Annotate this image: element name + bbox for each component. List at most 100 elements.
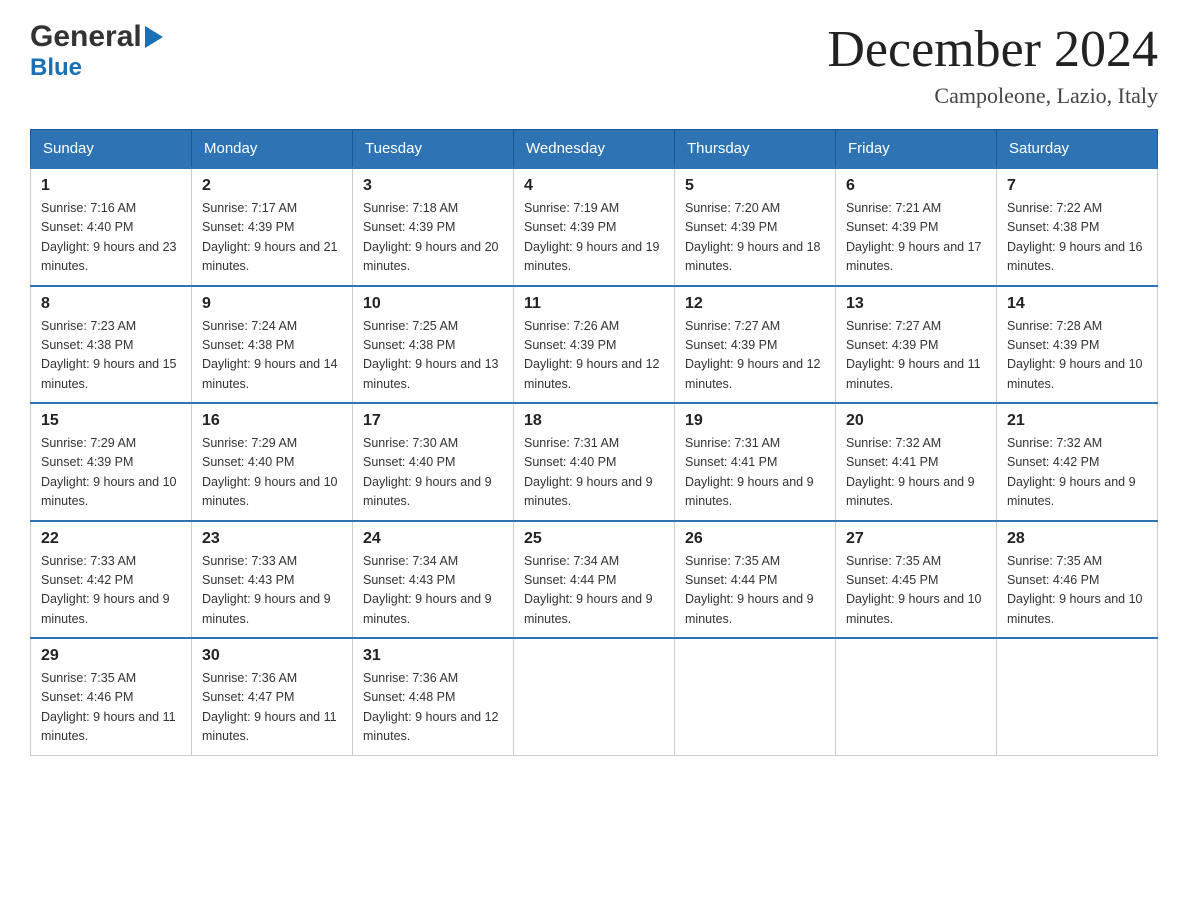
- calendar-cell: 31 Sunrise: 7:36 AMSunset: 4:48 PMDaylig…: [353, 638, 514, 755]
- calendar-cell: 22 Sunrise: 7:33 AMSunset: 4:42 PMDaylig…: [31, 521, 192, 639]
- day-number: 1: [41, 177, 181, 195]
- location-title: Campoleone, Lazio, Italy: [827, 83, 1158, 109]
- day-number: 21: [1007, 412, 1147, 430]
- calendar-cell: 25 Sunrise: 7:34 AMSunset: 4:44 PMDaylig…: [514, 521, 675, 639]
- calendar-cell: 1 Sunrise: 7:16 AMSunset: 4:40 PMDayligh…: [31, 168, 192, 286]
- day-info: Sunrise: 7:33 AMSunset: 4:42 PMDaylight:…: [41, 552, 181, 630]
- day-number: 9: [202, 295, 342, 313]
- day-info: Sunrise: 7:25 AMSunset: 4:38 PMDaylight:…: [363, 317, 503, 395]
- day-number: 4: [524, 177, 664, 195]
- calendar-cell: 13 Sunrise: 7:27 AMSunset: 4:39 PMDaylig…: [836, 286, 997, 404]
- day-info: Sunrise: 7:35 AMSunset: 4:46 PMDaylight:…: [1007, 552, 1147, 630]
- day-info: Sunrise: 7:36 AMSunset: 4:48 PMDaylight:…: [363, 669, 503, 747]
- day-info: Sunrise: 7:20 AMSunset: 4:39 PMDaylight:…: [685, 199, 825, 277]
- day-info: Sunrise: 7:17 AMSunset: 4:39 PMDaylight:…: [202, 199, 342, 277]
- calendar-cell: 10 Sunrise: 7:25 AMSunset: 4:38 PMDaylig…: [353, 286, 514, 404]
- col-saturday: Saturday: [997, 130, 1158, 169]
- calendar-cell: 14 Sunrise: 7:28 AMSunset: 4:39 PMDaylig…: [997, 286, 1158, 404]
- page-header: General Blue December 2024 Campoleone, L…: [30, 20, 1158, 109]
- day-info: Sunrise: 7:32 AMSunset: 4:42 PMDaylight:…: [1007, 434, 1147, 512]
- day-info: Sunrise: 7:18 AMSunset: 4:39 PMDaylight:…: [363, 199, 503, 277]
- day-number: 31: [363, 647, 503, 665]
- day-info: Sunrise: 7:30 AMSunset: 4:40 PMDaylight:…: [363, 434, 503, 512]
- calendar-cell: 23 Sunrise: 7:33 AMSunset: 4:43 PMDaylig…: [192, 521, 353, 639]
- calendar-header-row: Sunday Monday Tuesday Wednesday Thursday…: [31, 130, 1158, 169]
- month-title: December 2024: [827, 20, 1158, 79]
- day-info: Sunrise: 7:16 AMSunset: 4:40 PMDaylight:…: [41, 199, 181, 277]
- col-monday: Monday: [192, 130, 353, 169]
- col-sunday: Sunday: [31, 130, 192, 169]
- day-info: Sunrise: 7:32 AMSunset: 4:41 PMDaylight:…: [846, 434, 986, 512]
- calendar-cell: [514, 638, 675, 755]
- calendar-cell: 4 Sunrise: 7:19 AMSunset: 4:39 PMDayligh…: [514, 168, 675, 286]
- calendar-table: Sunday Monday Tuesday Wednesday Thursday…: [30, 129, 1158, 756]
- calendar-cell: 16 Sunrise: 7:29 AMSunset: 4:40 PMDaylig…: [192, 403, 353, 521]
- day-info: Sunrise: 7:27 AMSunset: 4:39 PMDaylight:…: [685, 317, 825, 395]
- day-number: 13: [846, 295, 986, 313]
- day-info: Sunrise: 7:28 AMSunset: 4:39 PMDaylight:…: [1007, 317, 1147, 395]
- calendar-cell: 15 Sunrise: 7:29 AMSunset: 4:39 PMDaylig…: [31, 403, 192, 521]
- calendar-cell: 6 Sunrise: 7:21 AMSunset: 4:39 PMDayligh…: [836, 168, 997, 286]
- day-info: Sunrise: 7:34 AMSunset: 4:43 PMDaylight:…: [363, 552, 503, 630]
- day-number: 29: [41, 647, 181, 665]
- day-number: 11: [524, 295, 664, 313]
- day-info: Sunrise: 7:27 AMSunset: 4:39 PMDaylight:…: [846, 317, 986, 395]
- day-number: 18: [524, 412, 664, 430]
- day-number: 22: [41, 530, 181, 548]
- day-number: 20: [846, 412, 986, 430]
- day-number: 23: [202, 530, 342, 548]
- day-info: Sunrise: 7:34 AMSunset: 4:44 PMDaylight:…: [524, 552, 664, 630]
- day-number: 2: [202, 177, 342, 195]
- col-tuesday: Tuesday: [353, 130, 514, 169]
- title-section: December 2024 Campoleone, Lazio, Italy: [827, 20, 1158, 109]
- calendar-cell: 12 Sunrise: 7:27 AMSunset: 4:39 PMDaylig…: [675, 286, 836, 404]
- day-number: 27: [846, 530, 986, 548]
- day-number: 5: [685, 177, 825, 195]
- calendar-cell: 27 Sunrise: 7:35 AMSunset: 4:45 PMDaylig…: [836, 521, 997, 639]
- day-info: Sunrise: 7:21 AMSunset: 4:39 PMDaylight:…: [846, 199, 986, 277]
- calendar-cell: 3 Sunrise: 7:18 AMSunset: 4:39 PMDayligh…: [353, 168, 514, 286]
- day-info: Sunrise: 7:26 AMSunset: 4:39 PMDaylight:…: [524, 317, 664, 395]
- day-number: 26: [685, 530, 825, 548]
- logo-general-text: General: [30, 20, 142, 54]
- day-number: 10: [363, 295, 503, 313]
- calendar-cell: 24 Sunrise: 7:34 AMSunset: 4:43 PMDaylig…: [353, 521, 514, 639]
- calendar-cell: [675, 638, 836, 755]
- day-number: 6: [846, 177, 986, 195]
- week-row-1: 1 Sunrise: 7:16 AMSunset: 4:40 PMDayligh…: [31, 168, 1158, 286]
- week-row-5: 29 Sunrise: 7:35 AMSunset: 4:46 PMDaylig…: [31, 638, 1158, 755]
- calendar-cell: 7 Sunrise: 7:22 AMSunset: 4:38 PMDayligh…: [997, 168, 1158, 286]
- day-info: Sunrise: 7:36 AMSunset: 4:47 PMDaylight:…: [202, 669, 342, 747]
- day-number: 17: [363, 412, 503, 430]
- day-info: Sunrise: 7:35 AMSunset: 4:44 PMDaylight:…: [685, 552, 825, 630]
- calendar-cell: [836, 638, 997, 755]
- calendar-cell: 28 Sunrise: 7:35 AMSunset: 4:46 PMDaylig…: [997, 521, 1158, 639]
- calendar-cell: 21 Sunrise: 7:32 AMSunset: 4:42 PMDaylig…: [997, 403, 1158, 521]
- day-number: 25: [524, 530, 664, 548]
- day-info: Sunrise: 7:31 AMSunset: 4:41 PMDaylight:…: [685, 434, 825, 512]
- logo-blue-text: Blue: [30, 54, 82, 81]
- day-info: Sunrise: 7:29 AMSunset: 4:39 PMDaylight:…: [41, 434, 181, 512]
- week-row-3: 15 Sunrise: 7:29 AMSunset: 4:39 PMDaylig…: [31, 403, 1158, 521]
- day-number: 3: [363, 177, 503, 195]
- day-number: 30: [202, 647, 342, 665]
- logo-triangle-icon: [145, 26, 163, 53]
- week-row-4: 22 Sunrise: 7:33 AMSunset: 4:42 PMDaylig…: [31, 521, 1158, 639]
- day-number: 28: [1007, 530, 1147, 548]
- day-info: Sunrise: 7:22 AMSunset: 4:38 PMDaylight:…: [1007, 199, 1147, 277]
- calendar-cell: 8 Sunrise: 7:23 AMSunset: 4:38 PMDayligh…: [31, 286, 192, 404]
- week-row-2: 8 Sunrise: 7:23 AMSunset: 4:38 PMDayligh…: [31, 286, 1158, 404]
- calendar-cell: 20 Sunrise: 7:32 AMSunset: 4:41 PMDaylig…: [836, 403, 997, 521]
- day-info: Sunrise: 7:19 AMSunset: 4:39 PMDaylight:…: [524, 199, 664, 277]
- calendar-cell: 26 Sunrise: 7:35 AMSunset: 4:44 PMDaylig…: [675, 521, 836, 639]
- day-number: 24: [363, 530, 503, 548]
- day-info: Sunrise: 7:24 AMSunset: 4:38 PMDaylight:…: [202, 317, 342, 395]
- day-number: 15: [41, 412, 181, 430]
- day-number: 16: [202, 412, 342, 430]
- day-number: 19: [685, 412, 825, 430]
- day-number: 7: [1007, 177, 1147, 195]
- logo: General Blue: [30, 20, 163, 82]
- day-info: Sunrise: 7:23 AMSunset: 4:38 PMDaylight:…: [41, 317, 181, 395]
- calendar-cell: 2 Sunrise: 7:17 AMSunset: 4:39 PMDayligh…: [192, 168, 353, 286]
- calendar-cell: 30 Sunrise: 7:36 AMSunset: 4:47 PMDaylig…: [192, 638, 353, 755]
